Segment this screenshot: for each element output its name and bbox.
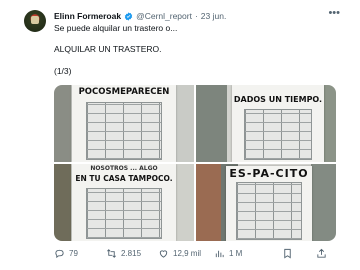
retweet-icon <box>107 249 116 258</box>
tweet-date[interactable]: 23 jun. <box>201 11 227 21</box>
media-photo-1[interactable]: POCOSMEPARECEN <box>54 85 194 162</box>
poster: NOSOTROS ... ALGO EN TU CASA TAMPOCO. <box>72 164 176 241</box>
tweet-text-line: ALQUILAR UN TRASTERO. <box>54 44 162 54</box>
poster-caption-top: NOSOTROS ... ALGO <box>90 165 158 172</box>
tweet-header: Elinn Formeroak @Cernl_report · 23 jun. <box>54 10 340 22</box>
bookmark-button[interactable] <box>282 248 293 259</box>
heart-icon <box>159 250 168 258</box>
shelf-image <box>86 188 162 239</box>
media-photo-2[interactable]: DADOS UN TIEMPO. <box>196 85 336 162</box>
shelf-image <box>244 109 312 160</box>
avatar[interactable] <box>24 10 46 32</box>
like-button[interactable]: 12,9 mil <box>158 248 201 259</box>
header-separator: · <box>194 11 198 21</box>
verified-badge-icon <box>124 11 133 21</box>
share-button[interactable] <box>316 248 327 259</box>
poster-caption: POCOSMEPARECEN <box>78 87 170 97</box>
media-grid: POCOSMEPARECEN DADOS UN TIEMPO. NOSOTROS… <box>54 85 336 241</box>
retweet-button[interactable]: 2.815 <box>106 248 141 259</box>
poster: POCOSMEPARECEN <box>72 85 176 162</box>
tweet-actions: 79 2.815 12,9 mil 1 M <box>54 248 336 262</box>
tweet-text-line: (1/3) <box>54 66 72 76</box>
views-button[interactable]: 1 M <box>214 248 242 259</box>
retweet-count: 2.815 <box>121 249 142 258</box>
reply-button[interactable]: 79 <box>54 248 78 259</box>
shelf-image <box>86 102 162 160</box>
poster: ES-PA-CITO <box>226 166 312 241</box>
poster-caption: DADOS UN TIEMPO. <box>233 95 323 104</box>
more-icon[interactable]: ••• <box>328 7 340 19</box>
media-photo-4[interactable]: ES-PA-CITO <box>196 164 336 241</box>
media-photo-3[interactable]: NOSOTROS ... ALGO EN TU CASA TAMPOCO. <box>54 164 194 241</box>
bookmark-icon <box>284 248 291 259</box>
author-name[interactable]: Elinn Formeroak <box>54 11 121 21</box>
share-icon <box>317 248 326 258</box>
tweet-text-line: Se puede alquilar un trastero o... <box>54 23 178 33</box>
poster-caption: ES-PA-CITO <box>229 167 309 180</box>
views-icon <box>215 250 224 258</box>
shelf-image <box>236 182 302 240</box>
poster: DADOS UN TIEMPO. <box>232 85 324 162</box>
views-count: 1 M <box>229 249 243 258</box>
author-handle[interactable]: @Cernl_report <box>136 11 192 21</box>
like-count: 12,9 mil <box>173 249 202 258</box>
avatar-logo-mark <box>31 16 39 24</box>
reply-icon <box>55 249 64 259</box>
poster-caption: EN TU CASA TAMPOCO. <box>75 174 173 183</box>
reply-count: 79 <box>69 249 78 258</box>
